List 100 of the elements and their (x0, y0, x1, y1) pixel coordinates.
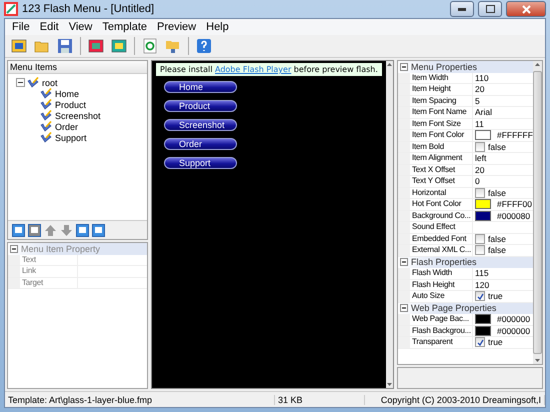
property-name: Web Page Bac... (410, 314, 473, 324)
checked-item-icon (40, 88, 52, 99)
collapse-icon[interactable] (400, 62, 408, 71)
property-name: External XML C... (410, 245, 473, 256)
property-value[interactable]: #000000 (497, 314, 530, 324)
property-value[interactable]: #FFFFFF (497, 130, 533, 140)
scroll-down-icon[interactable] (386, 381, 393, 388)
property-value[interactable]: 20 (475, 164, 484, 175)
tree-item[interactable]: Support (54, 132, 88, 142)
property-value[interactable]: 110 (475, 72, 489, 83)
panel-title: Menu Items (8, 61, 147, 74)
property-name: Item Font Size (410, 118, 473, 129)
checkbox[interactable] (475, 188, 485, 198)
property-value[interactable]: true (488, 291, 503, 302)
property-name: Flash Height (410, 280, 473, 290)
menu-item[interactable]: Preview (152, 21, 202, 33)
property-name: Text X Offset (410, 164, 473, 175)
property-value[interactable]: false (488, 245, 506, 256)
tree-item[interactable]: Product (54, 100, 88, 110)
color-swatch[interactable] (475, 210, 491, 221)
minimize-button[interactable] (450, 1, 474, 17)
checkbox[interactable] (475, 142, 485, 152)
maximize-button[interactable] (478, 1, 502, 17)
install-notice: Please install Adobe Flash Player before preview flash. (156, 63, 382, 76)
menu-preview-button[interactable]: Screenshot (164, 119, 237, 131)
menu-preview-button[interactable]: Support (164, 157, 237, 169)
checkbox[interactable] (475, 337, 485, 348)
tree-item[interactable]: Home (54, 88, 80, 98)
menu-item[interactable]: Edit (34, 21, 64, 33)
property-value[interactable]: 120 (475, 280, 490, 290)
checked-item-icon (40, 132, 52, 143)
status-size: 31 KB (275, 394, 365, 404)
menu-item[interactable]: File (7, 21, 35, 33)
tree-item[interactable]: Order (54, 122, 80, 132)
property-value[interactable]: Arial (475, 107, 492, 118)
checkbox[interactable] (475, 291, 485, 302)
property-value[interactable]: 5 (475, 96, 480, 106)
property-value[interactable]: 20 (475, 84, 484, 94)
add-child-icon[interactable] (76, 224, 89, 236)
add-item-icon[interactable] (12, 224, 25, 236)
menu-item[interactable]: Template (97, 21, 152, 33)
property-value[interactable]: false (488, 188, 506, 198)
color-swatch[interactable] (475, 199, 491, 210)
menu-preview-button[interactable]: Order (164, 138, 237, 150)
checkbox[interactable] (475, 234, 485, 244)
save-icon[interactable] (55, 36, 75, 56)
property-value[interactable]: #000080 (497, 210, 530, 221)
property-name: Background Co... (410, 210, 473, 221)
checked-item-icon (40, 99, 52, 110)
help-icon[interactable] (194, 36, 214, 56)
property-value[interactable]: false (488, 142, 506, 152)
collapse-icon[interactable] (16, 78, 25, 87)
property-value[interactable]: #000000 (497, 326, 530, 336)
property-name: Target (20, 278, 78, 288)
property-name: Item Font Name (410, 107, 473, 118)
property-name: Flash Backgrou... (410, 326, 473, 336)
property-name: Text (20, 254, 78, 265)
menu-preview-button[interactable]: Home (164, 81, 237, 93)
tree-item[interactable]: root (41, 78, 59, 88)
color-swatch[interactable] (475, 130, 491, 140)
status-template: Template: Art\glass-1-layer-blue.fmp (5, 394, 275, 404)
checked-item-icon (40, 121, 52, 132)
delete-item-icon[interactable] (28, 224, 41, 236)
category-header: Menu Properties (411, 62, 478, 72)
insert-item-icon[interactable] (92, 224, 105, 236)
scroll-up-icon[interactable] (386, 61, 393, 68)
close-button[interactable] (506, 1, 546, 17)
property-value[interactable]: 0 (475, 176, 480, 186)
property-value[interactable]: #FFFF00 (497, 199, 532, 210)
property-value[interactable]: 11 (475, 118, 484, 129)
collapse-icon[interactable] (400, 258, 408, 266)
maximize-icon (486, 5, 494, 13)
category-header: Flash Properties (411, 257, 477, 268)
app-icon (4, 2, 18, 16)
menu-item[interactable]: View (64, 21, 98, 33)
property-name: Item Font Color (410, 130, 473, 140)
property-name: Item Height (410, 84, 473, 94)
menu-item[interactable]: Help (201, 21, 234, 33)
collapse-icon[interactable] (10, 244, 18, 253)
tree-item[interactable]: Screenshot (54, 110, 102, 120)
window-title: 123 Flash Menu - [Untitled] (22, 3, 156, 15)
checkbox[interactable] (475, 245, 485, 256)
property-name: Transparent (410, 337, 473, 348)
flash-player-link[interactable]: Adobe Flash Player (215, 65, 292, 74)
menu-preview-button[interactable]: Product (164, 100, 237, 112)
property-name: Link (20, 266, 78, 276)
property-value[interactable]: 115 (475, 268, 489, 278)
property-value[interactable]: left (475, 153, 486, 164)
color-swatch[interactable] (475, 326, 491, 336)
collapse-icon[interactable] (400, 304, 408, 312)
property-name: Hot Font Color (410, 199, 473, 210)
property-name: Item Spacing (410, 96, 473, 106)
checked-item-icon (40, 110, 52, 121)
property-value[interactable]: false (488, 234, 506, 244)
property-name: Sound Effect (410, 222, 473, 232)
color-swatch[interactable] (475, 314, 491, 324)
property-name: Auto Size (410, 291, 473, 302)
property-value[interactable]: true (488, 337, 503, 348)
property-name: Horizontal (410, 188, 473, 198)
property-name: Flash Width (410, 268, 473, 278)
